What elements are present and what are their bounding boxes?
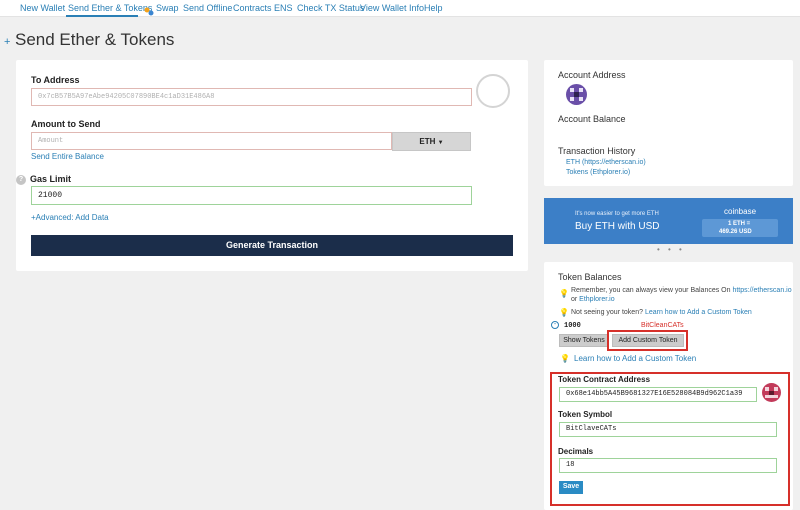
- plus-icon: +: [4, 36, 11, 48]
- help-icon[interactable]: ?: [16, 175, 26, 185]
- not-seeing-text: Not seeing your token? Learn how to Add …: [571, 309, 752, 316]
- history-link-tokens[interactable]: Tokens (Ethplorer.io): [566, 169, 630, 176]
- token-contract-address-label: Token Contract Address: [558, 375, 651, 384]
- etherscan-link[interactable]: https://etherscan.io: [732, 287, 791, 294]
- rate-line-2: 469.26 USD: [719, 229, 752, 235]
- to-address-label: To Address: [31, 75, 80, 85]
- remember-text-2: or Ethplorer.io: [571, 296, 615, 303]
- decimals-input[interactable]: 18: [559, 458, 777, 473]
- gas-limit-input[interactable]: 21000: [31, 186, 472, 205]
- currency-label: ETH: [419, 137, 436, 146]
- account-address-label: Account Address: [558, 70, 626, 80]
- banner-subtitle: It's now easier to get more ETH: [575, 211, 659, 217]
- nav-ens[interactable]: ENS: [274, 3, 293, 13]
- swap-icon: [144, 3, 154, 16]
- decimals-label: Decimals: [558, 447, 594, 456]
- token-balance-value: 1000: [564, 322, 581, 330]
- account-avatar-icon: [566, 84, 587, 105]
- generate-transaction-button[interactable]: Generate Transaction: [31, 235, 513, 256]
- nav-swap[interactable]: Swap: [156, 3, 179, 13]
- nav-send-ether-tokens[interactable]: Send Ether & Tokens: [68, 3, 152, 13]
- learn-add-custom-token-link[interactable]: Learn how to Add a Custom Token: [574, 354, 696, 363]
- transaction-history-label: Transaction History: [558, 146, 636, 156]
- amount-input[interactable]: Amount: [31, 132, 392, 150]
- nav-check-tx-status[interactable]: Check TX Status: [297, 3, 364, 13]
- remember-text: Remember, you can always view your Balan…: [571, 287, 792, 294]
- to-address-input[interactable]: 0x7cB57B5A97eAbe94205C07890BE4c1aD31E486…: [31, 88, 472, 106]
- page-title: Send Ether & Tokens: [15, 30, 175, 49]
- caret-down-icon: ▼: [437, 140, 444, 146]
- active-tab-indicator: [66, 15, 138, 17]
- learn-custom-token-link[interactable]: Learn how to Add a Custom Token: [645, 309, 752, 316]
- lightbulb-icon: 💡: [559, 289, 569, 298]
- amount-label: Amount to Send: [31, 119, 101, 129]
- nav-send-offline[interactable]: Send Offline: [183, 3, 232, 13]
- advanced-add-data-link[interactable]: +Advanced: Add Data: [31, 213, 109, 222]
- banner-title: Buy ETH with USD: [575, 221, 660, 232]
- gas-limit-label: Gas Limit: [30, 174, 72, 184]
- token-name: BitCleanCATs: [641, 322, 684, 329]
- token-contract-address-input[interactable]: 0x68e14bb5A45B9681327E16E528084B9d962C1a…: [559, 387, 757, 402]
- nav-contracts[interactable]: Contracts: [233, 3, 272, 13]
- token-symbol-label: Token Symbol: [558, 410, 613, 419]
- token-identicon-icon: [762, 383, 781, 402]
- nav-view-wallet-info[interactable]: View Wallet Info: [360, 3, 424, 13]
- token-balances-title: Token Balances: [558, 272, 622, 282]
- eth-rate-box: 1 ETH = 469.26 USD: [702, 219, 778, 237]
- save-button[interactable]: Save: [559, 481, 583, 494]
- lightbulb-icon: 💡: [559, 308, 569, 317]
- account-balance-label: Account Balance: [558, 114, 626, 124]
- token-symbol-input[interactable]: BitClaveCATs: [559, 422, 777, 437]
- rate-line-1: 1 ETH =: [728, 221, 751, 227]
- show-tokens-button[interactable]: Show Tokens: [559, 334, 609, 347]
- top-nav: New Wallet Send Ether & Tokens Swap Send…: [0, 0, 800, 17]
- send-entire-balance-link[interactable]: Send Entire Balance: [31, 152, 104, 161]
- history-link-eth[interactable]: ETH (https://etherscan.io): [566, 159, 646, 166]
- coinbase-banner[interactable]: It's now easier to get more ETH Buy ETH …: [544, 198, 793, 244]
- lightbulb-icon: 💡: [560, 354, 570, 363]
- ethplorer-link[interactable]: Ethplorer.io: [579, 296, 614, 303]
- nav-new-wallet[interactable]: New Wallet: [20, 3, 65, 13]
- not-seeing-prefix: Not seeing your token?: [571, 309, 645, 316]
- currency-dropdown[interactable]: ETH ▼: [392, 132, 471, 151]
- carousel-dots[interactable]: • • •: [657, 245, 685, 254]
- remember-prefix: Remember, you can always view your Balan…: [571, 287, 733, 294]
- remember-or: or: [571, 296, 580, 303]
- nav-help[interactable]: Help: [424, 3, 443, 13]
- remove-token-icon[interactable]: -: [551, 321, 559, 329]
- coinbase-logo: coinbase: [724, 207, 757, 216]
- highlight-box-add-custom: [607, 330, 688, 351]
- address-identicon: [476, 74, 510, 108]
